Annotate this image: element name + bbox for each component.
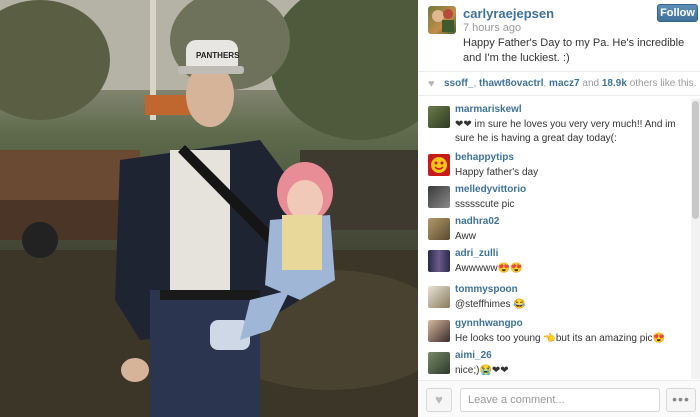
post-photo: PANTHERS	[0, 0, 418, 417]
comment-text: Aww	[455, 231, 476, 242]
commenter-avatar[interactable]	[428, 286, 450, 308]
commenter-username[interactable]: behappytips	[455, 152, 514, 163]
comment-input[interactable]	[460, 388, 660, 412]
like-user-link[interactable]: macz7	[549, 78, 580, 89]
owner-username-link[interactable]: carlyraejepsen	[463, 6, 554, 21]
post-caption: Happy Father's Day to my Pa. He's incred…	[463, 37, 685, 64]
commenter-username[interactable]: melledyvittorio	[455, 184, 526, 195]
comment-text: nice;)😭❤❤	[455, 365, 509, 376]
comments-scrollbar[interactable]	[691, 99, 700, 379]
likes-line: ssoff_, thawt8ovactrl, macz7 and 18.9k o…	[444, 78, 697, 89]
commenter-username[interactable]: tommyspoon	[455, 284, 518, 295]
comment-text: ssssscute pic	[455, 199, 515, 210]
comment-item: adri_zulli Awwwww😍😍	[418, 248, 690, 278]
comment-text: @steffhimes 😂	[455, 299, 526, 310]
comment-text: He looks too young 👈but its an amazing p…	[455, 333, 666, 344]
comment-item: behappytips Happy father's day	[418, 152, 690, 182]
more-options-button[interactable]: •••	[666, 388, 696, 412]
commenter-username[interactable]: gynnhwangpo	[455, 318, 523, 329]
commenter-avatar[interactable]	[428, 250, 450, 272]
cap-text: PANTHERS	[196, 51, 240, 60]
commenter-username[interactable]: aimi_26	[455, 350, 492, 361]
ellipsis-icon: •••	[672, 391, 690, 407]
comments-list: marmariskewl ❤❤ im sure he loves you ver…	[418, 100, 700, 378]
likes-count-link[interactable]: 18.9k	[602, 78, 627, 89]
commenter-username[interactable]: marmariskewl	[455, 104, 522, 115]
scrollbar-thumb[interactable]	[692, 101, 699, 219]
likes-summary: ♥ ssoff_, thawt8ovactrl, macz7 and 18.9k…	[418, 72, 700, 96]
commenter-avatar[interactable]	[428, 154, 450, 176]
comment-item: tommyspoon @steffhimes 😂	[418, 284, 690, 314]
heart-icon: ♥	[428, 78, 435, 90]
comment-text: ❤❤ im sure he loves you very very much!!…	[455, 119, 676, 144]
likes-suffix: others like this.	[629, 78, 697, 89]
comment-item: gynnhwangpo He looks too young 👈but its …	[418, 318, 690, 348]
heart-icon: ♥	[435, 392, 443, 407]
post-details-panel: carlyraejepsen 7 hours ago Happy Father'…	[418, 0, 700, 417]
comment-item: melledyvittorio ssssscute pic	[418, 184, 690, 214]
likes-and-text: and	[582, 78, 600, 89]
commenter-username[interactable]: adri_zulli	[455, 248, 498, 259]
commenter-avatar[interactable]	[428, 320, 450, 342]
like-user-link[interactable]: thawt8ovactrl	[479, 78, 543, 89]
like-user-link[interactable]: ssoff_	[444, 78, 473, 89]
commenter-username[interactable]: nadhra02	[455, 216, 499, 227]
comment-item: marmariskewl ❤❤ im sure he loves you ver…	[418, 104, 690, 144]
commenter-avatar[interactable]	[428, 218, 450, 240]
comment-item: aimi_26 nice;)😭❤❤	[418, 350, 690, 378]
commenter-avatar[interactable]	[428, 106, 450, 128]
comment-item: nadhra02 Aww	[418, 216, 690, 246]
follow-button[interactable]: Follow	[657, 4, 698, 22]
post-timestamp[interactable]: 7 hours ago	[463, 22, 521, 34]
photo-scene: PANTHERS	[0, 0, 418, 417]
comment-text: Awwwww😍😍	[455, 263, 523, 274]
owner-avatar[interactable]	[428, 6, 456, 34]
commenter-avatar[interactable]	[428, 186, 450, 208]
comment-footer: ♥ •••	[418, 380, 700, 417]
commenter-avatar[interactable]	[428, 352, 450, 374]
post-header: carlyraejepsen 7 hours ago Happy Father'…	[418, 0, 700, 72]
comment-text: Happy father's day	[455, 167, 539, 178]
like-button[interactable]: ♥	[426, 388, 452, 412]
